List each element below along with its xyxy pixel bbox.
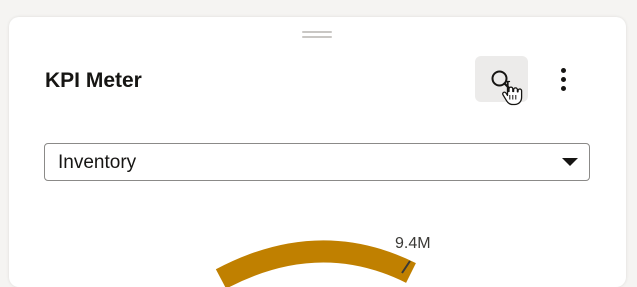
search-button[interactable]	[475, 56, 528, 106]
drag-handle-bar	[302, 36, 332, 38]
drag-handle[interactable]	[302, 31, 332, 39]
drag-handle-bar	[302, 31, 332, 33]
measure-select[interactable]: Inventory	[44, 143, 590, 181]
kpi-meter-card: KPI Meter Inventory 9.4M	[9, 17, 626, 287]
gauge-value-label: 9.4M	[395, 235, 431, 252]
hand-cursor-icon	[502, 80, 523, 106]
measure-select-value: Inventory	[58, 152, 137, 173]
more-vertical-icon	[561, 77, 566, 82]
widget-title: KPI Meter	[45, 69, 142, 92]
more-vertical-icon	[561, 86, 566, 91]
gauge-target-tick	[401, 260, 411, 274]
gauge-arc	[215, 240, 416, 287]
chevron-down-icon	[562, 158, 578, 166]
more-vertical-icon	[561, 68, 566, 73]
more-options-button[interactable]	[546, 62, 582, 98]
